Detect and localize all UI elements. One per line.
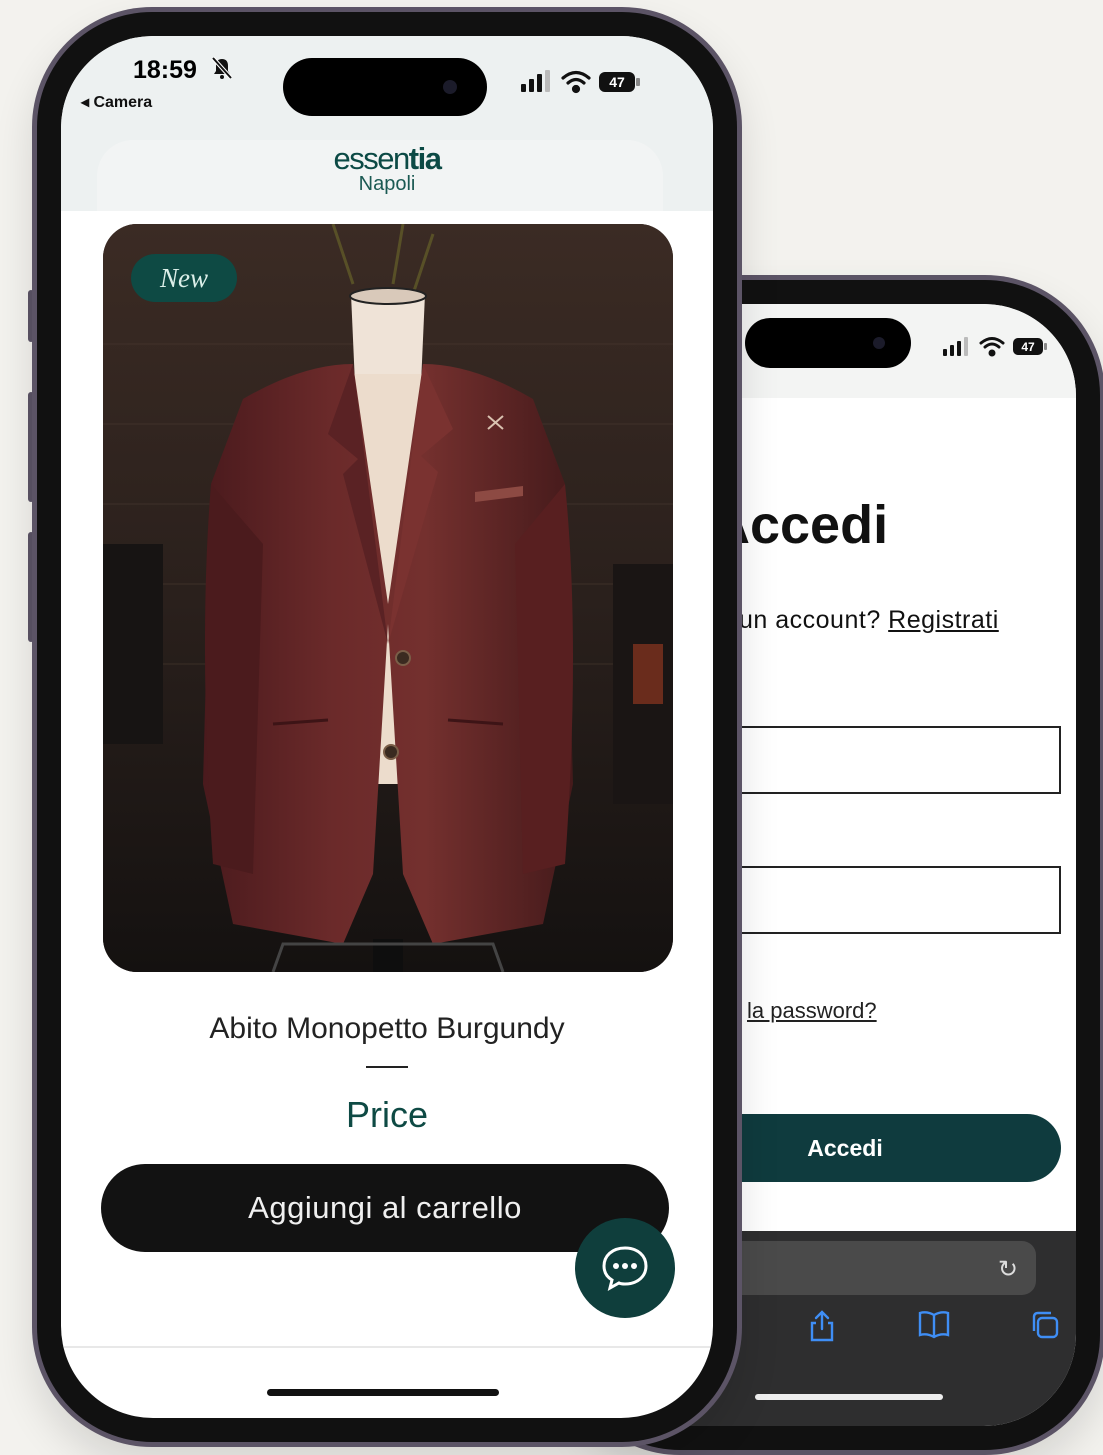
chat-button[interactable] — [575, 1218, 675, 1318]
forgot-password-link[interactable]: la password? — [747, 998, 877, 1024]
register-link[interactable]: Registrati — [888, 606, 999, 634]
tabs-icon[interactable] — [1029, 1309, 1061, 1341]
footer-divider — [61, 1346, 713, 1348]
logo-city: Napoli — [358, 173, 416, 195]
phone-product: 18:59 ◂ Camera 47 essentia Napoli New Ab… — [32, 7, 742, 1447]
signal-icon — [521, 70, 550, 92]
reload-icon[interactable]: ↻ — [998, 1255, 1018, 1284]
bell-slash-icon — [211, 56, 233, 80]
email-field[interactable] — [711, 726, 1061, 794]
product-price: Price — [345, 1094, 429, 1135]
account-prompt: un account? Registrati — [739, 606, 999, 635]
bookmarks-icon[interactable] — [917, 1309, 951, 1339]
status-time: 18:59 — [133, 56, 197, 84]
phone-bezel: 18:59 ◂ Camera 47 essentia Napoli New Ab… — [37, 12, 737, 1442]
svg-text:47: 47 — [1021, 340, 1035, 354]
logo-wordmark: essentia — [333, 141, 442, 176]
wifi-icon — [979, 337, 1005, 357]
home-indicator — [267, 1389, 499, 1396]
password-field[interactable] — [711, 866, 1061, 934]
svg-text:47: 47 — [609, 74, 625, 90]
status-icons: 47 — [943, 337, 1047, 357]
login-button[interactable]: Accedi — [689, 1114, 1061, 1182]
title-divider — [366, 1066, 408, 1068]
product-image[interactable] — [103, 224, 673, 972]
dynamic-island — [283, 58, 487, 116]
app-header: 18:59 ◂ Camera 47 essentia Napoli — [61, 36, 713, 211]
dynamic-island — [745, 318, 911, 368]
brand-logo[interactable]: essentia Napoli — [61, 141, 713, 195]
back-to-app-link[interactable]: ◂ Camera — [81, 92, 152, 112]
new-badge: New — [131, 254, 237, 302]
status-icons: 47 — [521, 70, 640, 94]
signal-icon — [943, 337, 968, 356]
wifi-icon — [561, 70, 591, 94]
account-prompt-text: un account? — [739, 606, 881, 634]
jacket-photo — [103, 224, 673, 972]
product-screen: 18:59 ◂ Camera 47 essentia Napoli New Ab… — [61, 36, 713, 1418]
product-name: Abito Monopetto Burgundy — [209, 1012, 565, 1045]
home-indicator — [755, 1394, 943, 1400]
chat-icon — [602, 1246, 648, 1291]
share-icon[interactable] — [807, 1309, 837, 1343]
